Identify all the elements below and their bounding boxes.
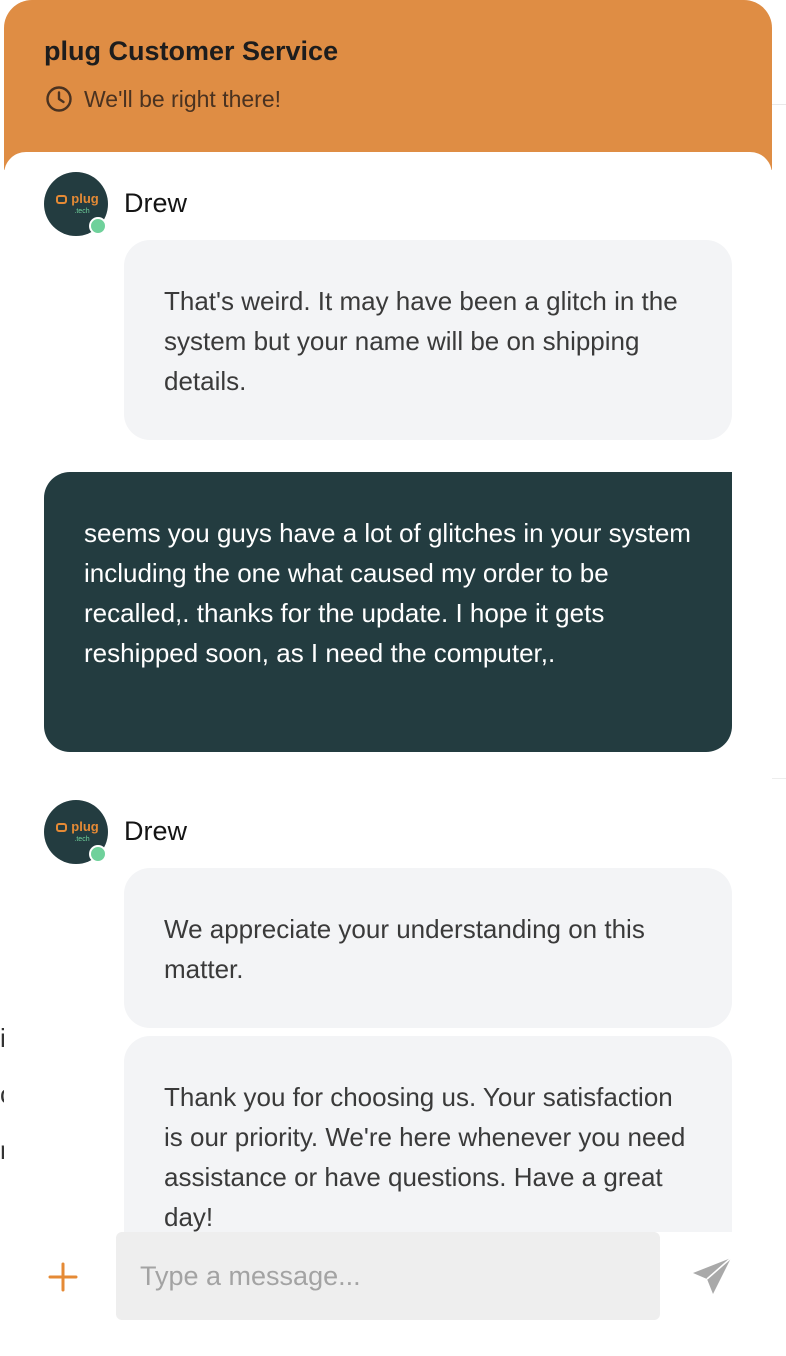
status-text: We'll be right there! [84, 85, 282, 112]
agent-name: Drew [124, 816, 188, 846]
logo-subtext: .tech [74, 208, 89, 215]
user-message: seems you guys have a lot of glitches in… [44, 472, 732, 752]
online-status-dot [89, 845, 107, 863]
online-status-dot [89, 217, 107, 235]
message-composer [4, 1232, 772, 1356]
message-list[interactable]: plug .tech Drew That's weird. It may hav… [4, 152, 772, 1356]
send-icon[interactable] [690, 1254, 734, 1298]
message-input[interactable] [116, 1232, 660, 1320]
agent-name: Drew [124, 188, 188, 218]
page: icn plug Customer Service We'll be right… [0, 0, 786, 1356]
background-page-edge [772, 0, 786, 1356]
agent-avatar: plug .tech [44, 172, 108, 236]
chat-widget: plug Customer Service We'll be right the… [4, 0, 772, 1356]
chat-title: plug Customer Service [44, 36, 339, 66]
agent-message: We appreciate your understanding on this… [124, 868, 732, 1028]
background-divider [772, 778, 786, 779]
availability-status: We'll be right there! [44, 84, 281, 114]
background-divider [772, 104, 786, 105]
logo-wordmark: plug [71, 191, 98, 206]
plus-icon[interactable] [46, 1260, 80, 1294]
logo-wordmark: plug [71, 819, 98, 834]
agent-message: That's weird. It may have been a glitch … [124, 240, 732, 440]
chat-header: plug Customer Service We'll be right the… [4, 0, 772, 170]
logo-subtext: .tech [74, 836, 89, 843]
clock-icon [46, 86, 72, 112]
agent-avatar: plug .tech [44, 800, 108, 864]
